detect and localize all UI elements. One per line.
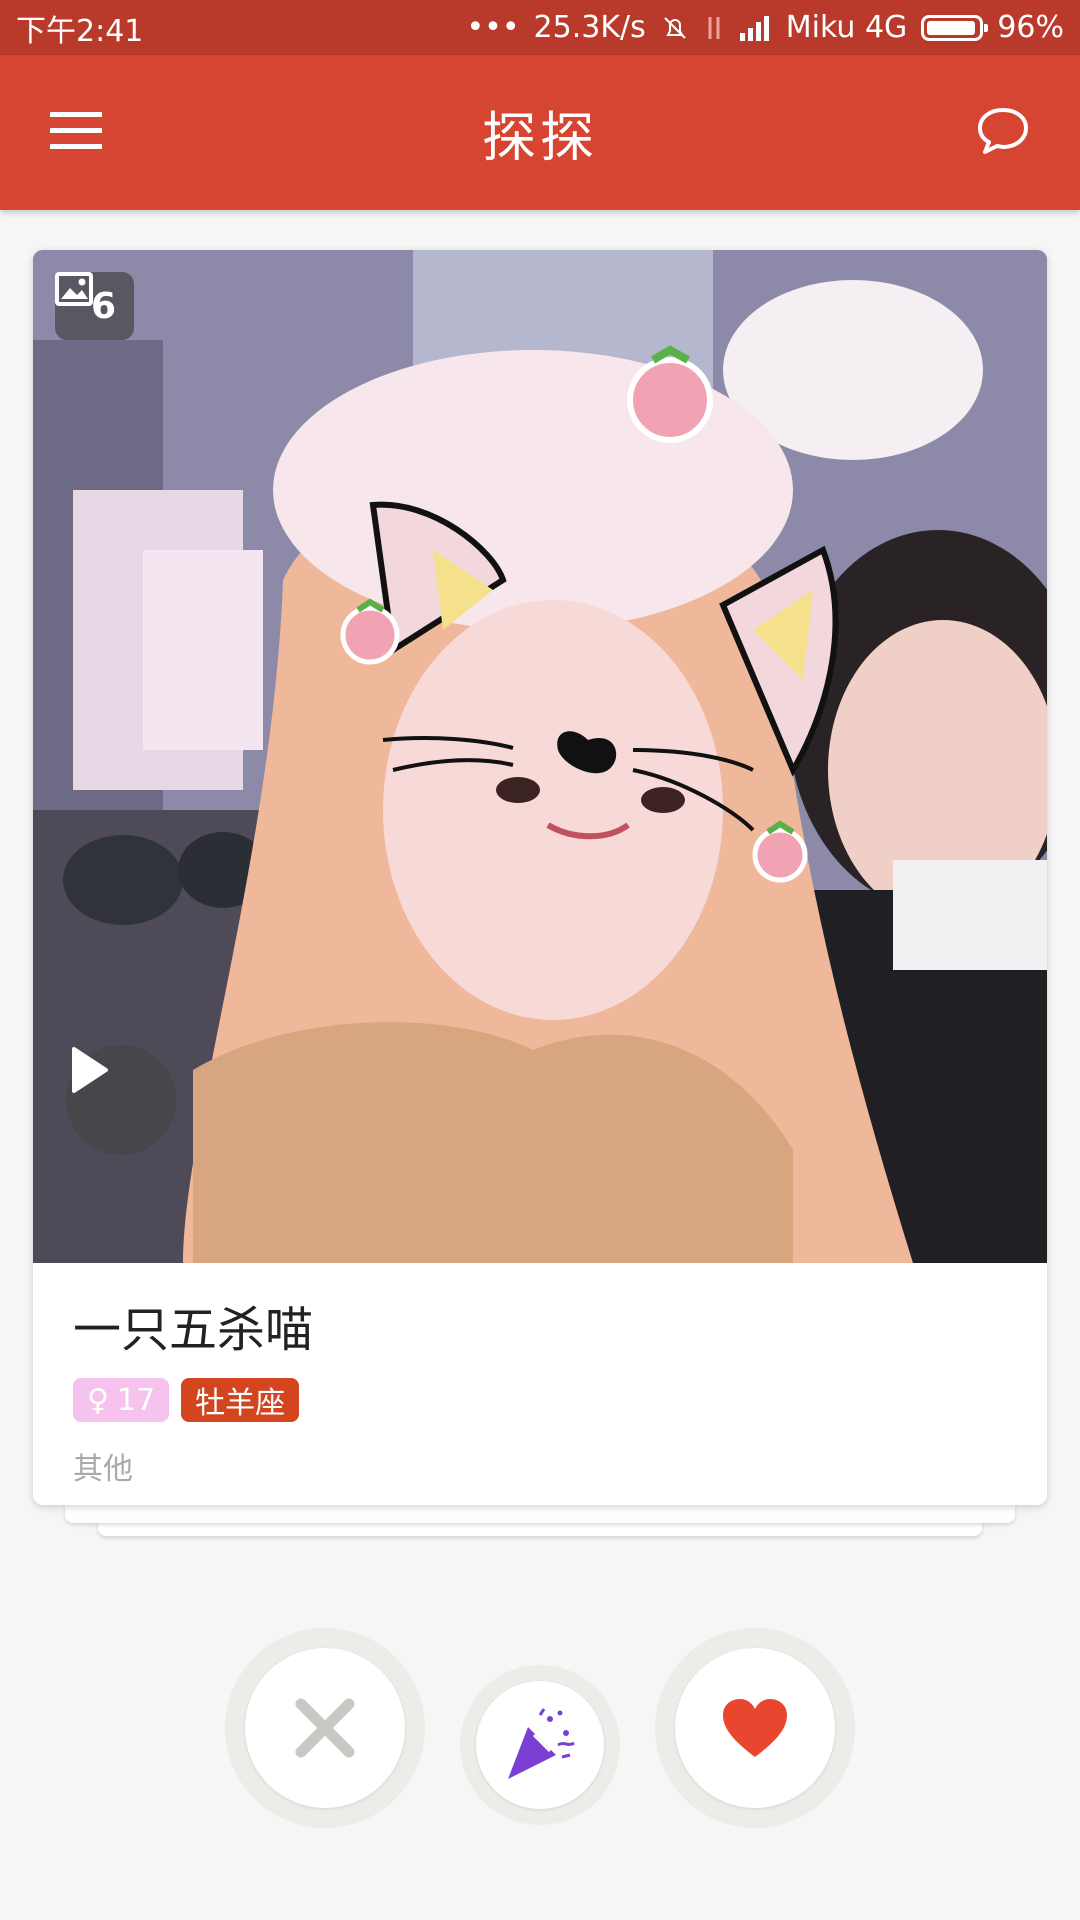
carrier-label: Miku 4G [785,10,908,45]
play-icon [72,1047,108,1093]
dislike-button[interactable] [225,1628,425,1828]
more-dots-icon: ••• [466,10,520,45]
profile-card[interactable]: 6 一只五杀喵 ♀ 17 牡羊座 其他 [33,250,1047,1505]
profile-photo[interactable]: 6 [33,250,1047,1263]
network-speed: 25.3K/s [533,10,646,45]
photo-count: 6 [91,285,117,327]
battery-fill [927,20,976,35]
card-stack-layer [65,1505,1015,1523]
female-icon: ♀ [87,1382,109,1418]
photo-illustration [33,250,1047,1263]
battery-icon [921,14,989,41]
profile-info: 一只五杀喵 ♀ 17 牡羊座 其他 [73,1290,1007,1488]
profile-tags: ♀ 17 牡羊座 [73,1378,1007,1422]
like-button[interactable] [655,1628,855,1828]
status-indicators: ••• 25.3K/s Miku 4G 96% [466,10,1064,45]
superlike-button[interactable] [460,1665,620,1825]
age-value: 17 [116,1382,156,1418]
zodiac-tag: 牡羊座 [181,1378,300,1422]
occupation: 其他 [73,1452,133,1487]
profile-name: 一只五杀喵 [73,1302,314,1358]
party-popper-icon [508,1708,575,1779]
close-icon [295,1698,355,1758]
battery-percent: 96% [997,10,1064,45]
app-bar: 探探 [0,55,1080,210]
data-transfer-icon [704,13,724,43]
gender-age-tag: ♀ 17 [73,1378,170,1422]
photo-count-badge: 6 [55,272,135,340]
play-video-button[interactable] [66,1045,176,1155]
hamburger-menu-icon[interactable] [50,111,102,154]
status-bar: 下午2:41 ••• 25.3K/s Miku 4G 96% [0,0,1080,55]
heart-icon [723,1699,787,1757]
status-time: 下午2:41 [16,13,144,49]
signal-icon [738,15,772,41]
app-title: 探探 [482,106,598,169]
chat-bubble-icon[interactable] [976,106,1030,160]
mute-alarm-icon [660,13,690,43]
